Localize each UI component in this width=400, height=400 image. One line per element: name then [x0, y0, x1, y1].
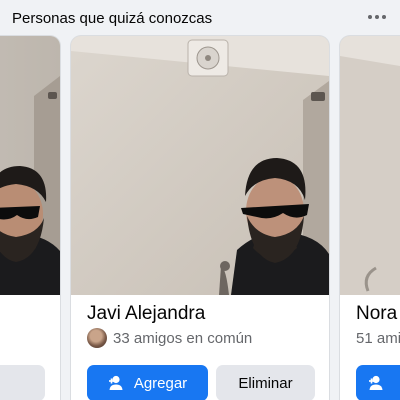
person-add-icon	[369, 375, 383, 390]
mutual-friends[interactable]: 33 amigos en común	[87, 328, 252, 348]
card-name[interactable]: Nora I	[356, 303, 400, 325]
remove-button[interactable]: Eliminar	[216, 365, 315, 400]
mutual-friends-label: 51 ami	[356, 329, 400, 347]
more-options-icon[interactable]	[360, 6, 394, 28]
mutual-friends[interactable]: 51 ami	[356, 328, 400, 348]
suggestion-card-left: a inar	[0, 36, 60, 400]
mutual-friend-avatar	[87, 328, 107, 348]
remove-button-label: Eliminar	[238, 374, 293, 392]
card-name[interactable]: Javi Alejandra	[87, 303, 205, 325]
add-button-label: Agregar	[133, 374, 188, 392]
suggestion-card-right: Nora I 51 ami	[340, 36, 400, 400]
people-you-may-know-section: Personas que quizá conozcas Javi Alejand…	[0, 0, 400, 400]
section-title: Personas que quizá conozcas	[12, 10, 213, 27]
person-add-icon	[108, 375, 123, 390]
mutual-friends-label: 33 amigos en común	[113, 329, 253, 347]
profile-photo[interactable]	[340, 36, 400, 295]
suggestion-card-javi-alejandra: Javi Alejandra 33 amigos en común Agrega…	[71, 36, 329, 400]
profile-photo[interactable]	[0, 36, 60, 295]
add-friend-button[interactable]	[356, 365, 400, 400]
add-friend-button[interactable]: Agregar	[87, 365, 208, 400]
profile-photo[interactable]	[71, 36, 329, 295]
remove-button[interactable]: inar	[0, 365, 45, 400]
vent-icon	[187, 39, 229, 77]
